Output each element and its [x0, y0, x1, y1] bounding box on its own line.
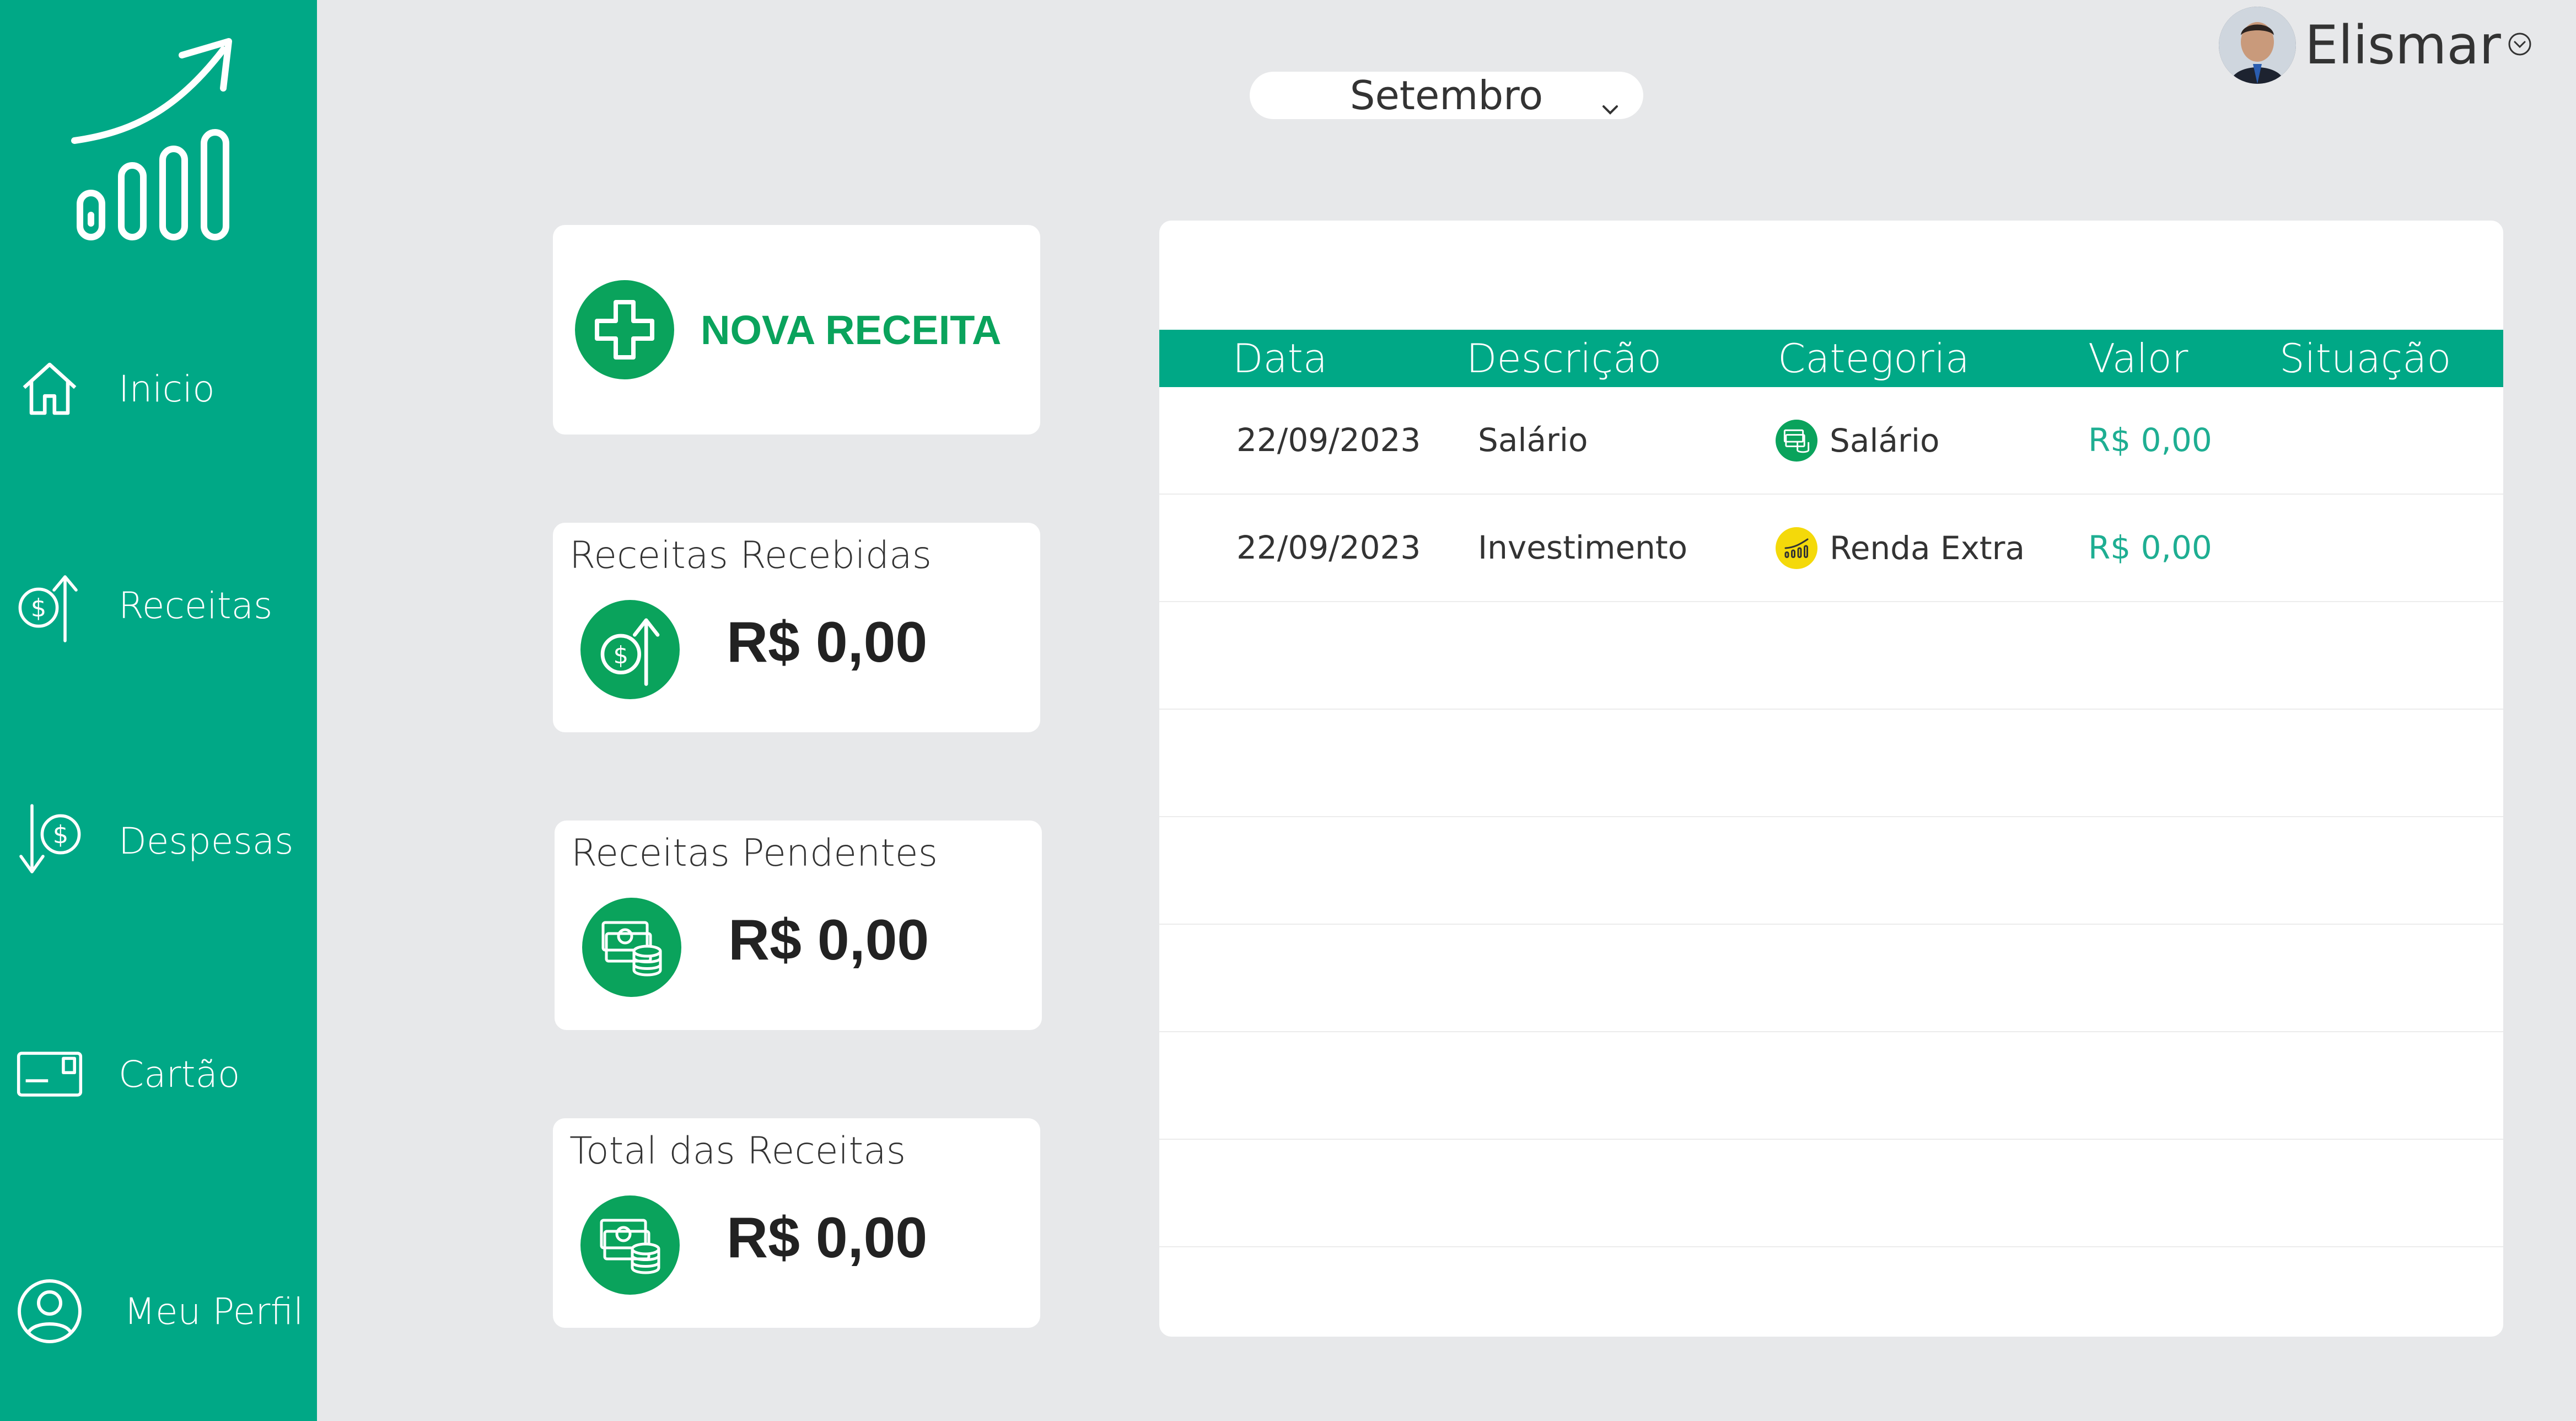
table-header: Data Descrição Categoria Valor Situação: [1159, 330, 2503, 387]
nova-receita-label: NOVA RECEITA: [701, 307, 1002, 353]
table-row: [1159, 817, 2503, 925]
column-header-categoria[interactable]: Categoria: [1778, 330, 1970, 387]
sidebar-item-label: Cartão: [119, 1053, 240, 1096]
summary-card-recebidas: Receitas Recebidas $ R$ 0,00: [553, 523, 1040, 732]
card-icon: [17, 1025, 83, 1124]
expense-icon: $: [17, 791, 83, 891]
chevron-down-icon: [1599, 84, 1621, 130]
chevron-down-icon[interactable]: [2508, 32, 2532, 59]
categoria-label: Renda Extra: [1830, 529, 2025, 567]
cell-valor: R$ 0,00: [2088, 421, 2212, 459]
sidebar-item-despesas[interactable]: $ Despesas: [17, 786, 314, 896]
home-icon: [17, 339, 83, 438]
summary-value: R$ 0,00: [727, 1206, 928, 1270]
svg-text:$: $: [31, 593, 47, 623]
cell-descricao: Investimento: [1478, 529, 1688, 566]
column-header-valor[interactable]: Valor: [2088, 330, 2188, 387]
summary-card-total: Total das Receitas R$ 0,00: [553, 1118, 1040, 1328]
sidebar-item-label: Inicio: [119, 367, 215, 410]
sidebar-item-cartao[interactable]: Cartão: [17, 1019, 314, 1129]
summary-value: R$ 0,00: [728, 908, 929, 972]
month-select[interactable]: Setembro: [1250, 72, 1643, 119]
sidebar-item-receitas[interactable]: $ Receitas: [17, 550, 314, 661]
table-row[interactable]: 22/09/2023 Salário Salário R$ 0,00: [1159, 387, 2503, 495]
sidebar-item-label: Despesas: [119, 819, 294, 862]
svg-text:$: $: [53, 820, 69, 849]
cell-data: 22/09/2023: [1236, 529, 1421, 566]
money-stack-icon: [580, 1195, 680, 1295]
plus-icon: [575, 280, 674, 379]
sidebar-item-inicio[interactable]: Inicio: [17, 334, 314, 444]
sidebar: Inicio $ Receitas $ Despesas Cartão Meu …: [0, 0, 317, 1421]
table-row: [1159, 710, 2503, 817]
receitas-table: Data Descrição Categoria Valor Situação …: [1159, 221, 2503, 1337]
growth-chart-logo-icon: [66, 33, 243, 254]
sidebar-item-label: Meu Perfil: [124, 1290, 304, 1333]
column-header-descricao[interactable]: Descrição: [1466, 330, 1661, 387]
nova-receita-button[interactable]: NOVA RECEITA: [553, 225, 1040, 435]
column-header-situacao[interactable]: Situação: [2279, 330, 2451, 387]
income-icon: $: [17, 556, 83, 655]
avatar: [2219, 7, 2296, 84]
table-row[interactable]: 22/09/2023 Investimento Renda Extra R$ 0…: [1159, 495, 2503, 602]
profile-icon: [17, 1262, 83, 1361]
table-row: [1159, 1032, 2503, 1140]
money-stack-icon: [582, 898, 681, 997]
sidebar-item-meu-perfil[interactable]: Meu Perfil: [17, 1256, 314, 1366]
column-header-data[interactable]: Data: [1233, 330, 1327, 387]
table-row: [1159, 925, 2503, 1032]
user-name: Elismar: [2305, 14, 2501, 76]
cell-valor: R$ 0,00: [2088, 529, 2212, 566]
summary-title: Receitas Pendentes: [571, 832, 938, 875]
cell-descricao: Salário: [1478, 421, 1588, 459]
month-select-value: Setembro: [1349, 72, 1544, 119]
table-row: [1159, 1140, 2503, 1247]
summary-title: Total das Receitas: [569, 1129, 906, 1173]
money-icon: [1776, 419, 1817, 462]
income-icon: $: [580, 600, 680, 699]
table-row: [1159, 602, 2503, 710]
cell-categoria: Renda Extra: [1776, 495, 2025, 601]
svg-text:$: $: [614, 642, 629, 669]
cell-categoria: Salário: [1776, 387, 1939, 494]
summary-value: R$ 0,00: [727, 610, 928, 674]
categoria-label: Salário: [1830, 421, 1940, 459]
user-menu[interactable]: Elismar: [2219, 7, 2532, 84]
sidebar-item-label: Receitas: [119, 584, 273, 627]
chart-icon: [1776, 527, 1817, 569]
cell-data: 22/09/2023: [1236, 421, 1421, 459]
summary-title: Receitas Recebidas: [569, 534, 932, 577]
summary-card-pendentes: Receitas Pendentes R$ 0,00: [555, 821, 1042, 1030]
